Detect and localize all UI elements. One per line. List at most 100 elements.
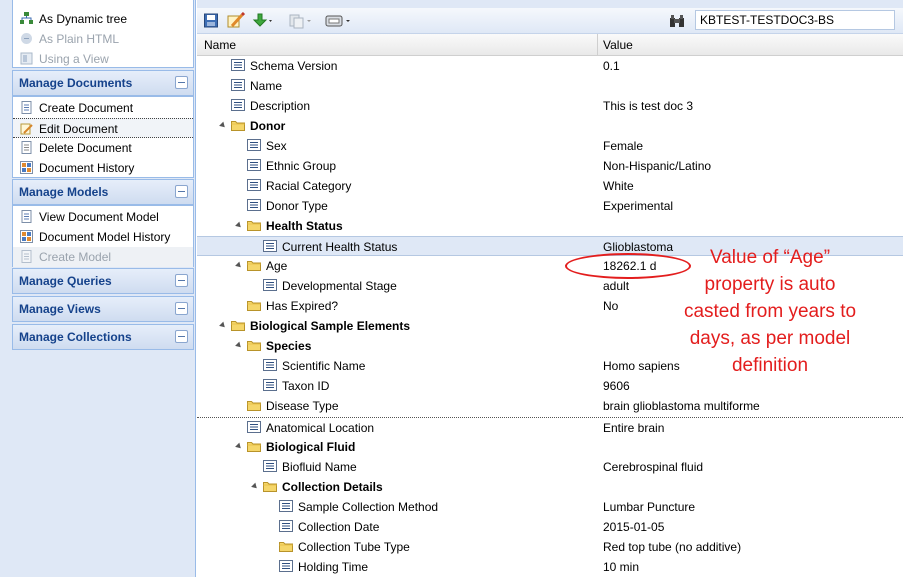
delete-document-item[interactable]: Delete Document <box>13 138 193 158</box>
collapse-icon[interactable] <box>175 185 188 198</box>
tree-row[interactable]: Anatomical Location Entire brain <box>197 417 903 437</box>
tree-row[interactable]: Description This is test doc 3 <box>197 96 903 116</box>
expand-arrow-icon[interactable] <box>235 221 243 230</box>
collapse-icon[interactable] <box>175 76 188 89</box>
history-icon <box>20 230 33 243</box>
tree-row[interactable]: Racial Category White <box>197 176 903 196</box>
annotation-text: Value of “Age” property is auto casted f… <box>660 244 880 379</box>
field-icon <box>263 359 277 371</box>
row-name: Health Status <box>266 219 343 233</box>
create-model-item[interactable]: Create Model <box>13 247 193 267</box>
tree-row[interactable]: Donor Type Experimental <box>197 196 903 216</box>
tree-row[interactable]: Biological Fluid <box>197 437 903 457</box>
row-value: Non-Hispanic/Latino <box>603 159 712 173</box>
row-name: Developmental Stage <box>282 279 397 293</box>
tree-row[interactable]: Donor <box>197 116 903 136</box>
tree-row[interactable]: Health Status <box>197 216 903 236</box>
row-value: adult <box>603 279 630 293</box>
view-icon <box>20 52 33 65</box>
row-value: Cerebrospinal fluid <box>603 460 704 474</box>
tree-row[interactable]: Collection Details <box>197 477 903 497</box>
side-label: Document Model History <box>39 230 171 244</box>
sidebar: As Dynamic tree As Plain HTML Using a Vi… <box>0 0 196 577</box>
download-icon[interactable] <box>252 12 274 29</box>
field-icon <box>231 79 245 91</box>
side-label: Delete Document <box>39 141 132 155</box>
history-icon <box>20 161 33 174</box>
collapse-icon[interactable] <box>175 302 188 315</box>
manage-models-header[interactable]: Manage Models <box>12 179 194 205</box>
collapse-icon[interactable] <box>175 330 188 343</box>
annotation-line: Value of “Age” <box>709 247 831 268</box>
edit-icon[interactable] <box>227 12 245 29</box>
row-name: Has Expired? <box>266 299 339 313</box>
row-name: Biofluid Name <box>282 460 357 474</box>
tree-row[interactable]: Sample Collection Method Lumbar Puncture <box>197 497 903 517</box>
side-label: Using a View <box>39 52 109 66</box>
tree-row[interactable]: Ethnic Group Non-Hispanic/Latino <box>197 156 903 176</box>
tree-row[interactable]: Biofluid Name Cerebrospinal fluid <box>197 457 903 477</box>
tree-row[interactable]: Sex Female <box>197 136 903 156</box>
row-name: Holding Time <box>298 560 369 574</box>
tree-row[interactable]: Schema Version 0.1 <box>197 56 903 76</box>
row-value: Experimental <box>603 199 674 213</box>
row-name: Disease Type <box>266 399 339 413</box>
side-label: Create Model <box>39 250 112 264</box>
expand-arrow-icon[interactable] <box>235 341 243 350</box>
section-title: Manage Documents <box>19 76 133 90</box>
section-title: Manage Collections <box>19 330 132 344</box>
toolbar: KBTEST-TESTDOC3-BS <box>197 8 903 34</box>
save-icon[interactable] <box>204 12 218 29</box>
view-as-dynamic-tree[interactable]: As Dynamic tree <box>13 9 193 29</box>
model-icon <box>21 210 32 223</box>
folder-icon <box>263 482 277 492</box>
document-history-item[interactable]: Document History <box>13 158 193 178</box>
column-separator[interactable] <box>597 34 598 56</box>
manage-documents-header[interactable]: Manage Documents <box>12 70 194 96</box>
document-icon <box>21 101 32 114</box>
expand-arrow-icon[interactable] <box>251 482 259 491</box>
row-name: Sample Collection Method <box>298 500 439 514</box>
row-value: 0.1 <box>603 59 620 73</box>
annotation-line: casted from years to <box>683 301 857 322</box>
row-value: 9606 <box>603 379 630 393</box>
row-value: Red top tube (no additive) <box>603 540 742 554</box>
tools-icon[interactable] <box>325 12 353 29</box>
view-as-plain-html[interactable]: As Plain HTML <box>13 29 193 49</box>
manage-views-header[interactable]: Manage Views <box>12 296 194 322</box>
side-label: As Dynamic tree <box>39 12 128 26</box>
section-title: Manage Views <box>19 302 101 316</box>
side-label: Edit Document <box>39 122 118 136</box>
expand-arrow-icon[interactable] <box>219 121 227 130</box>
manage-queries-header[interactable]: Manage Queries <box>12 268 194 294</box>
binoculars-icon[interactable] <box>669 12 685 29</box>
view-using-a-view[interactable]: Using a View <box>13 49 193 69</box>
tree-row[interactable]: Holding Time 10 min <box>197 557 903 577</box>
tree-row[interactable]: Disease Type brain glioblastoma multiform… <box>197 396 903 416</box>
folder-icon <box>247 401 261 411</box>
document-id-field[interactable]: KBTEST-TESTDOC3-BS <box>695 10 895 30</box>
row-name: Collection Date <box>298 520 380 534</box>
copy-icon[interactable] <box>288 12 314 29</box>
document-model-history-item[interactable]: Document Model History <box>13 227 193 247</box>
delete-document-icon <box>21 141 32 154</box>
folder-icon <box>247 442 261 452</box>
expand-arrow-icon[interactable] <box>235 442 243 451</box>
collapse-icon[interactable] <box>175 274 188 287</box>
column-header-value[interactable]: Value <box>603 34 633 56</box>
row-name: Ethnic Group <box>266 159 337 173</box>
column-header-name[interactable]: Name <box>204 34 236 56</box>
row-name: Collection Details <box>282 480 383 494</box>
tree-row[interactable]: Collection Tube Type Red top tube (no add… <box>197 537 903 557</box>
manage-collections-header[interactable]: Manage Collections <box>12 324 194 350</box>
tree-row[interactable]: Name <box>197 76 903 96</box>
field-icon <box>263 240 277 252</box>
expand-arrow-icon[interactable] <box>235 261 243 270</box>
create-document-item[interactable]: Create Document <box>13 98 193 118</box>
row-value: Lumbar Puncture <box>603 500 696 514</box>
tree-row[interactable]: Taxon ID 9606 <box>197 376 903 396</box>
edit-document-item[interactable]: Edit Document <box>13 118 193 138</box>
expand-arrow-icon[interactable] <box>219 321 227 330</box>
tree-row[interactable]: Collection Date 2015-01-05 <box>197 517 903 537</box>
view-document-model-item[interactable]: View Document Model <box>13 207 193 227</box>
